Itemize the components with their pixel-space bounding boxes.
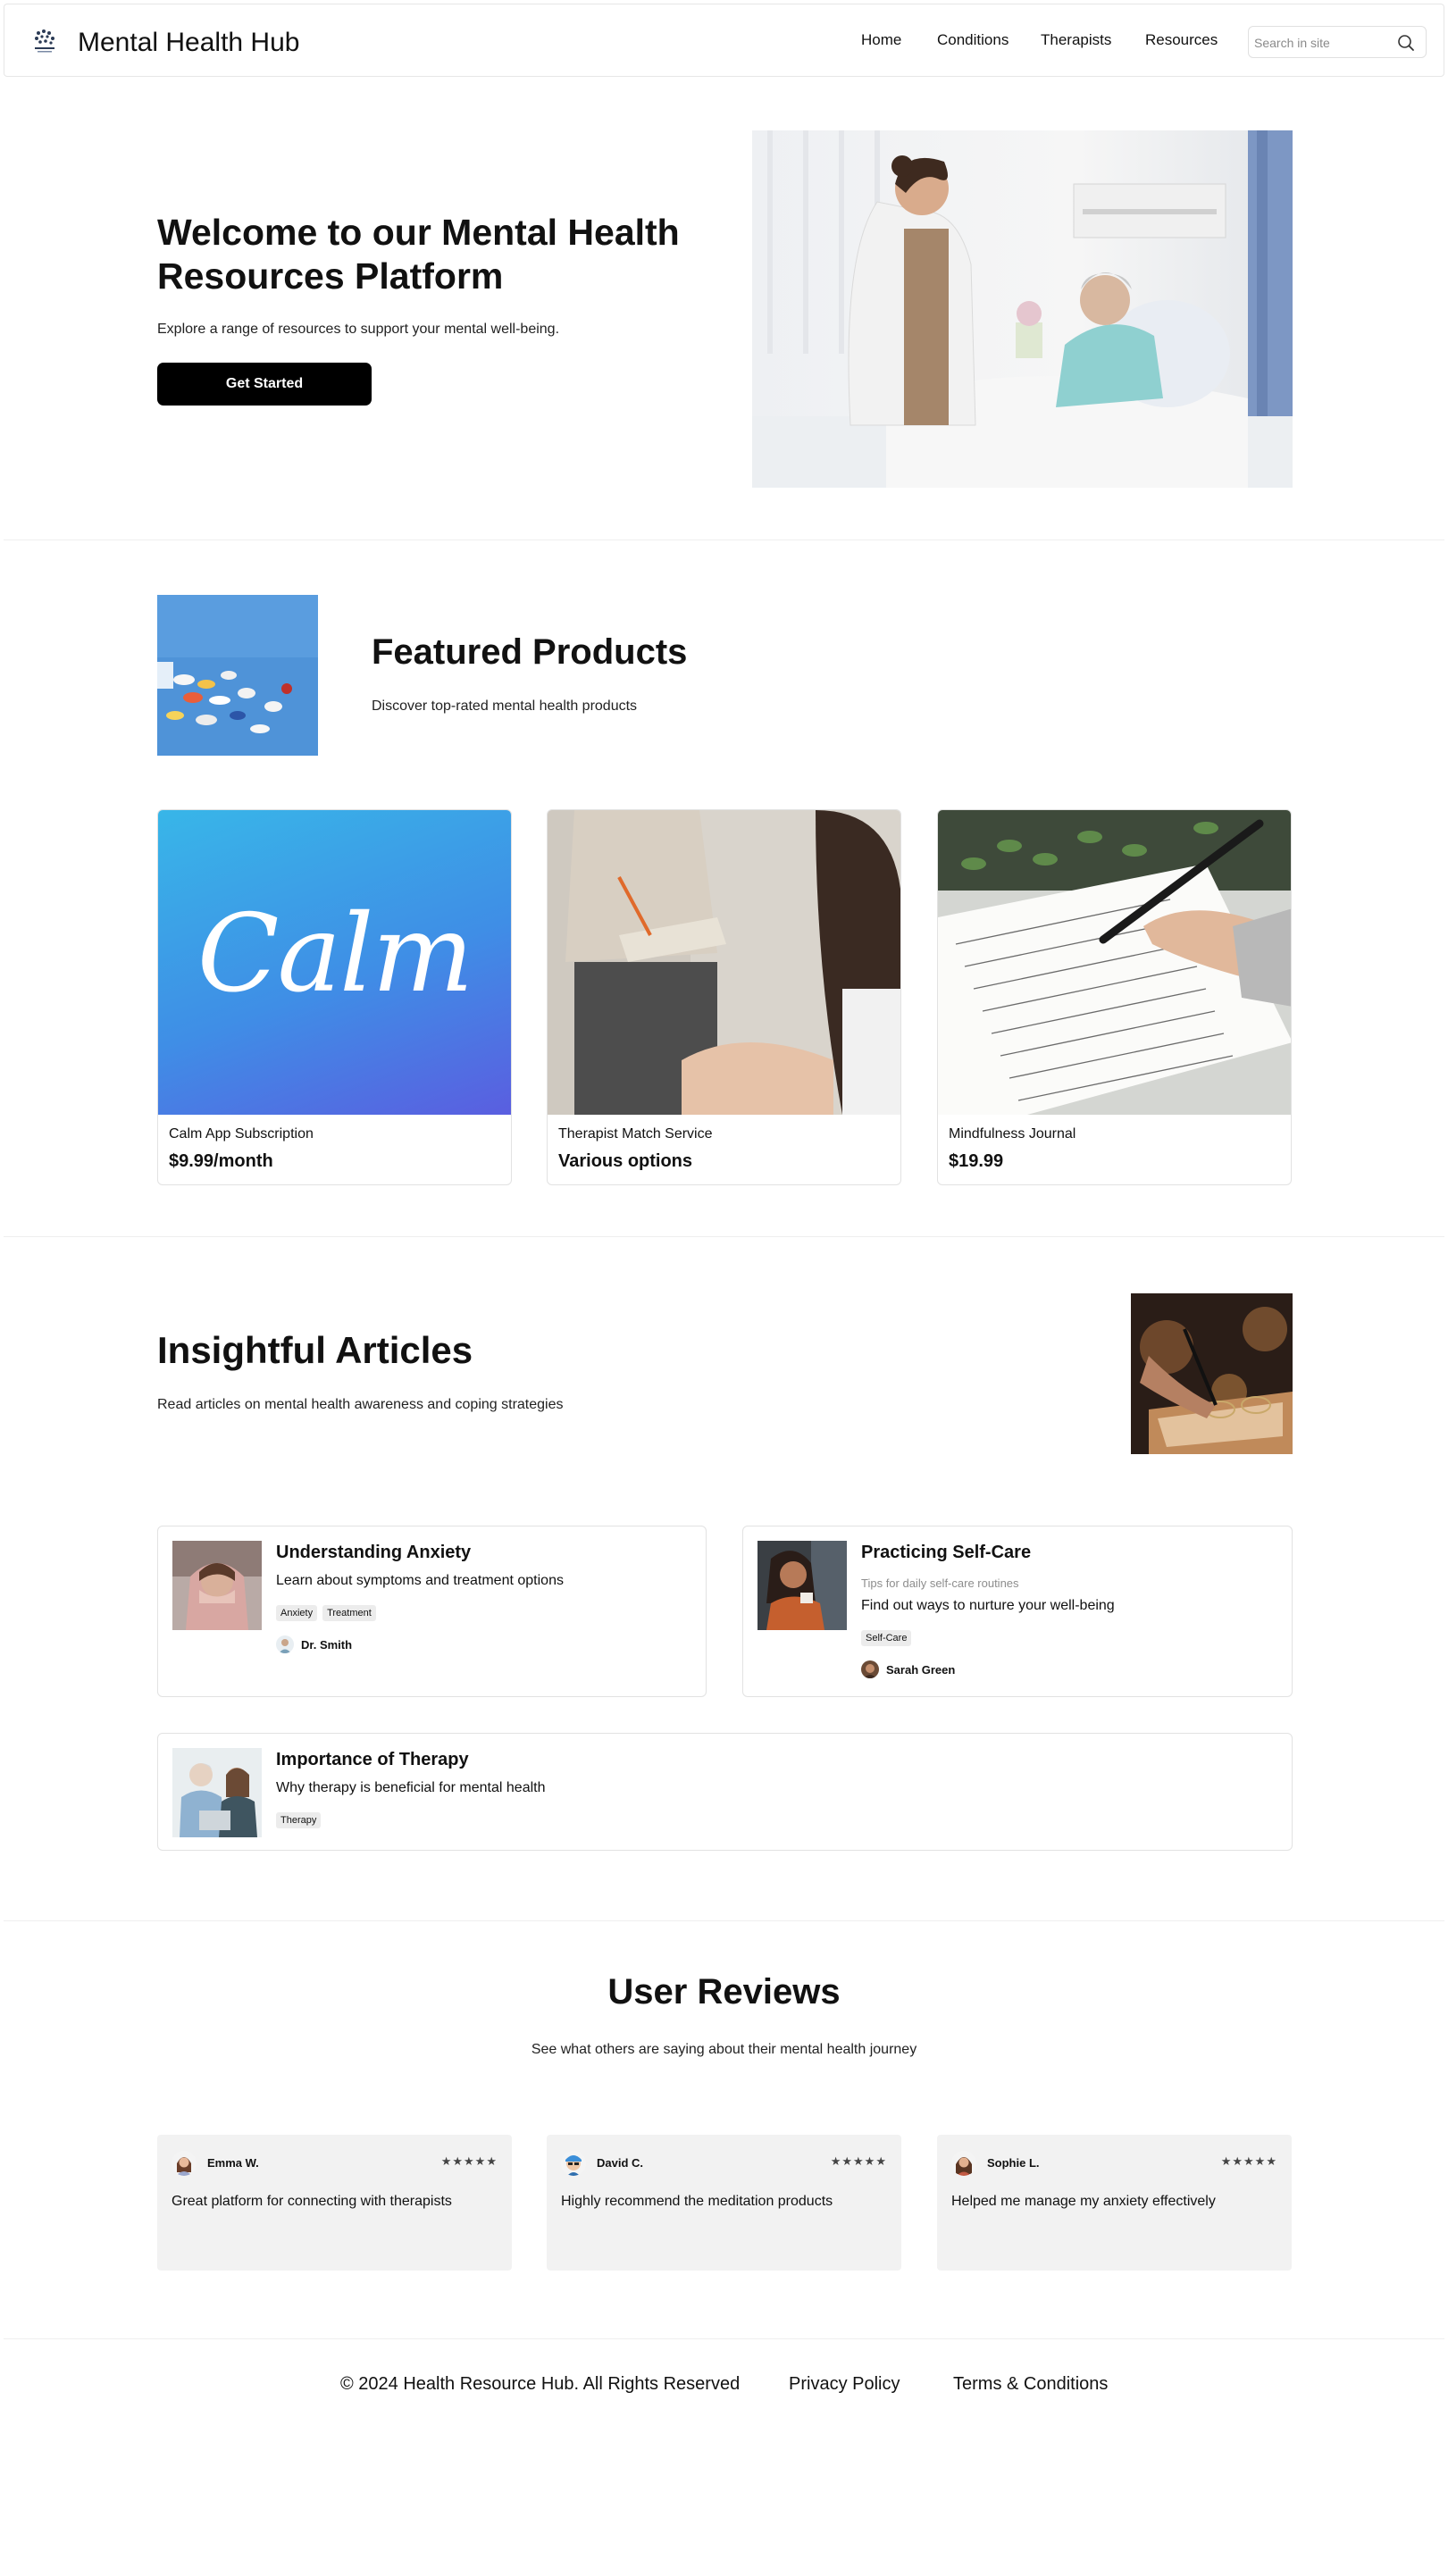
review-text: Helped me manage my anxiety effectively xyxy=(951,2194,1216,2209)
search-input[interactable] xyxy=(1254,32,1388,54)
site-title[interactable]: Mental Health Hub xyxy=(78,28,299,58)
article-tags: Self-Care xyxy=(861,1630,912,1646)
writing-candlelight-photo xyxy=(1131,1293,1293,1454)
section-divider xyxy=(4,2338,1444,2339)
copyright-text: © 2024 Health Resource Hub. All Rights R… xyxy=(340,2374,741,2394)
pills-image xyxy=(157,595,318,756)
article-title[interactable]: Importance of Therapy xyxy=(276,1750,469,1770)
search-icon[interactable] xyxy=(1397,34,1415,52)
reviewer-name: Emma W. xyxy=(207,2156,259,2170)
doctor-patient-photo xyxy=(752,130,1293,488)
tag-anxiety[interactable]: Anxiety xyxy=(276,1605,318,1621)
section-divider xyxy=(4,539,1444,540)
journal-image xyxy=(938,810,1291,1115)
article-author: Sarah Green xyxy=(861,1660,955,1678)
article-card[interactable]: Importance of Therapy Why therapy is ben… xyxy=(157,1733,1293,1851)
star-rating: ★★★★★ xyxy=(1220,2154,1277,2168)
pills-photo xyxy=(157,595,318,756)
article-image xyxy=(172,1541,262,1630)
get-started-button[interactable]: Get Started xyxy=(157,363,372,406)
nav-resources[interactable]: Resources xyxy=(1145,31,1218,49)
featured-products-title: Featured Products xyxy=(372,632,688,672)
review-card: Emma W. ★★★★★ Great platform for connect… xyxy=(157,2135,512,2271)
article-tags: Therapy xyxy=(276,1812,322,1828)
reviews-subtitle: See what others are saying about their m… xyxy=(531,2042,917,2057)
article-image xyxy=(757,1541,847,1630)
self-care-photo xyxy=(757,1541,847,1630)
product-price: Various options xyxy=(558,1151,693,1171)
therapy-photo xyxy=(172,1748,262,1837)
terms-conditions-link[interactable]: Terms & Conditions xyxy=(953,2374,1108,2395)
article-subtitle: Tips for daily self-care routines xyxy=(861,1577,1019,1590)
hero-image xyxy=(752,130,1293,488)
journal-writing-photo xyxy=(938,810,1291,1115)
article-description: Learn about symptoms and treatment optio… xyxy=(276,1573,564,1588)
author-avatar xyxy=(276,1635,294,1653)
reviews-title: User Reviews xyxy=(607,1972,841,2011)
anxiety-photo xyxy=(172,1541,262,1630)
product-card[interactable]: Calm Calm App Subscription $9.99/month xyxy=(157,809,512,1185)
article-title[interactable]: Practicing Self-Care xyxy=(861,1543,1031,1563)
nav-therapists[interactable]: Therapists xyxy=(1041,31,1111,49)
site-header: Mental Health Hub Home Conditions Therap… xyxy=(4,4,1444,77)
brain-logo-icon[interactable] xyxy=(29,28,60,54)
section-divider xyxy=(4,1236,1444,1237)
reviewer-avatar xyxy=(172,2151,197,2176)
star-rating: ★★★★★ xyxy=(440,2154,498,2168)
article-card[interactable]: Practicing Self-Care Tips for daily self… xyxy=(742,1526,1293,1697)
reviewer-avatar xyxy=(951,2151,976,2176)
star-rating: ★★★★★ xyxy=(830,2154,887,2168)
hero-subtitle: Explore a range of resources to support … xyxy=(157,322,560,337)
calm-logo: Calm xyxy=(197,892,474,1016)
author-name[interactable]: Dr. Smith xyxy=(301,1638,352,1652)
reviewer-name: David C. xyxy=(597,2156,644,2170)
search-box xyxy=(1248,26,1427,58)
tag-therapy[interactable]: Therapy xyxy=(276,1812,322,1828)
review-text: Great platform for connecting with thera… xyxy=(172,2194,452,2209)
article-card[interactable]: Understanding Anxiety Learn about sympto… xyxy=(157,1526,707,1697)
privacy-policy-link[interactable]: Privacy Policy xyxy=(789,2374,900,2395)
therapy-session-image xyxy=(548,810,900,1115)
article-tags: Anxiety Treatment xyxy=(276,1605,376,1621)
review-text: Highly recommend the meditation products xyxy=(561,2194,833,2209)
article-image xyxy=(172,1748,262,1837)
hero-title: Welcome to our Mental Health Resources P… xyxy=(157,212,680,297)
author-name[interactable]: Sarah Green xyxy=(886,1663,955,1677)
product-price: $9.99/month xyxy=(169,1151,273,1171)
articles-subtitle: Read articles on mental health awareness… xyxy=(157,1397,564,1412)
articles-title: Insightful Articles xyxy=(157,1329,473,1371)
tag-treatment[interactable]: Treatment xyxy=(322,1605,376,1621)
nav-conditions[interactable]: Conditions xyxy=(937,31,1009,49)
nav-home[interactable]: Home xyxy=(861,31,901,49)
article-description: Why therapy is beneficial for mental hea… xyxy=(276,1780,546,1795)
calm-app-image: Calm xyxy=(158,810,511,1115)
review-card: Sophie L. ★★★★★ Helped me manage my anxi… xyxy=(937,2135,1292,2271)
product-card[interactable]: Therapist Match Service Various options xyxy=(547,809,901,1185)
article-title[interactable]: Understanding Anxiety xyxy=(276,1543,471,1563)
reviewer-name: Sophie L. xyxy=(987,2156,1040,2170)
section-divider xyxy=(4,1920,1444,1921)
featured-products-subtitle: Discover top-rated mental health product… xyxy=(372,698,638,714)
product-name: Calm App Subscription xyxy=(169,1126,314,1142)
tag-self-care[interactable]: Self-Care xyxy=(861,1630,912,1646)
product-price: $19.99 xyxy=(949,1151,1004,1171)
article-author: Dr. Smith xyxy=(276,1635,352,1653)
reviewer-avatar xyxy=(561,2151,586,2176)
writing-image xyxy=(1131,1293,1293,1454)
author-avatar xyxy=(861,1660,879,1678)
product-card[interactable]: Mindfulness Journal $19.99 xyxy=(937,809,1292,1185)
product-name: Mindfulness Journal xyxy=(949,1126,1076,1142)
review-card: David C. ★★★★★ Highly recommend the medi… xyxy=(547,2135,901,2271)
product-name: Therapist Match Service xyxy=(558,1126,713,1142)
article-description: Find out ways to nurture your well-being xyxy=(861,1598,1115,1613)
therapy-session-photo xyxy=(548,810,900,1115)
